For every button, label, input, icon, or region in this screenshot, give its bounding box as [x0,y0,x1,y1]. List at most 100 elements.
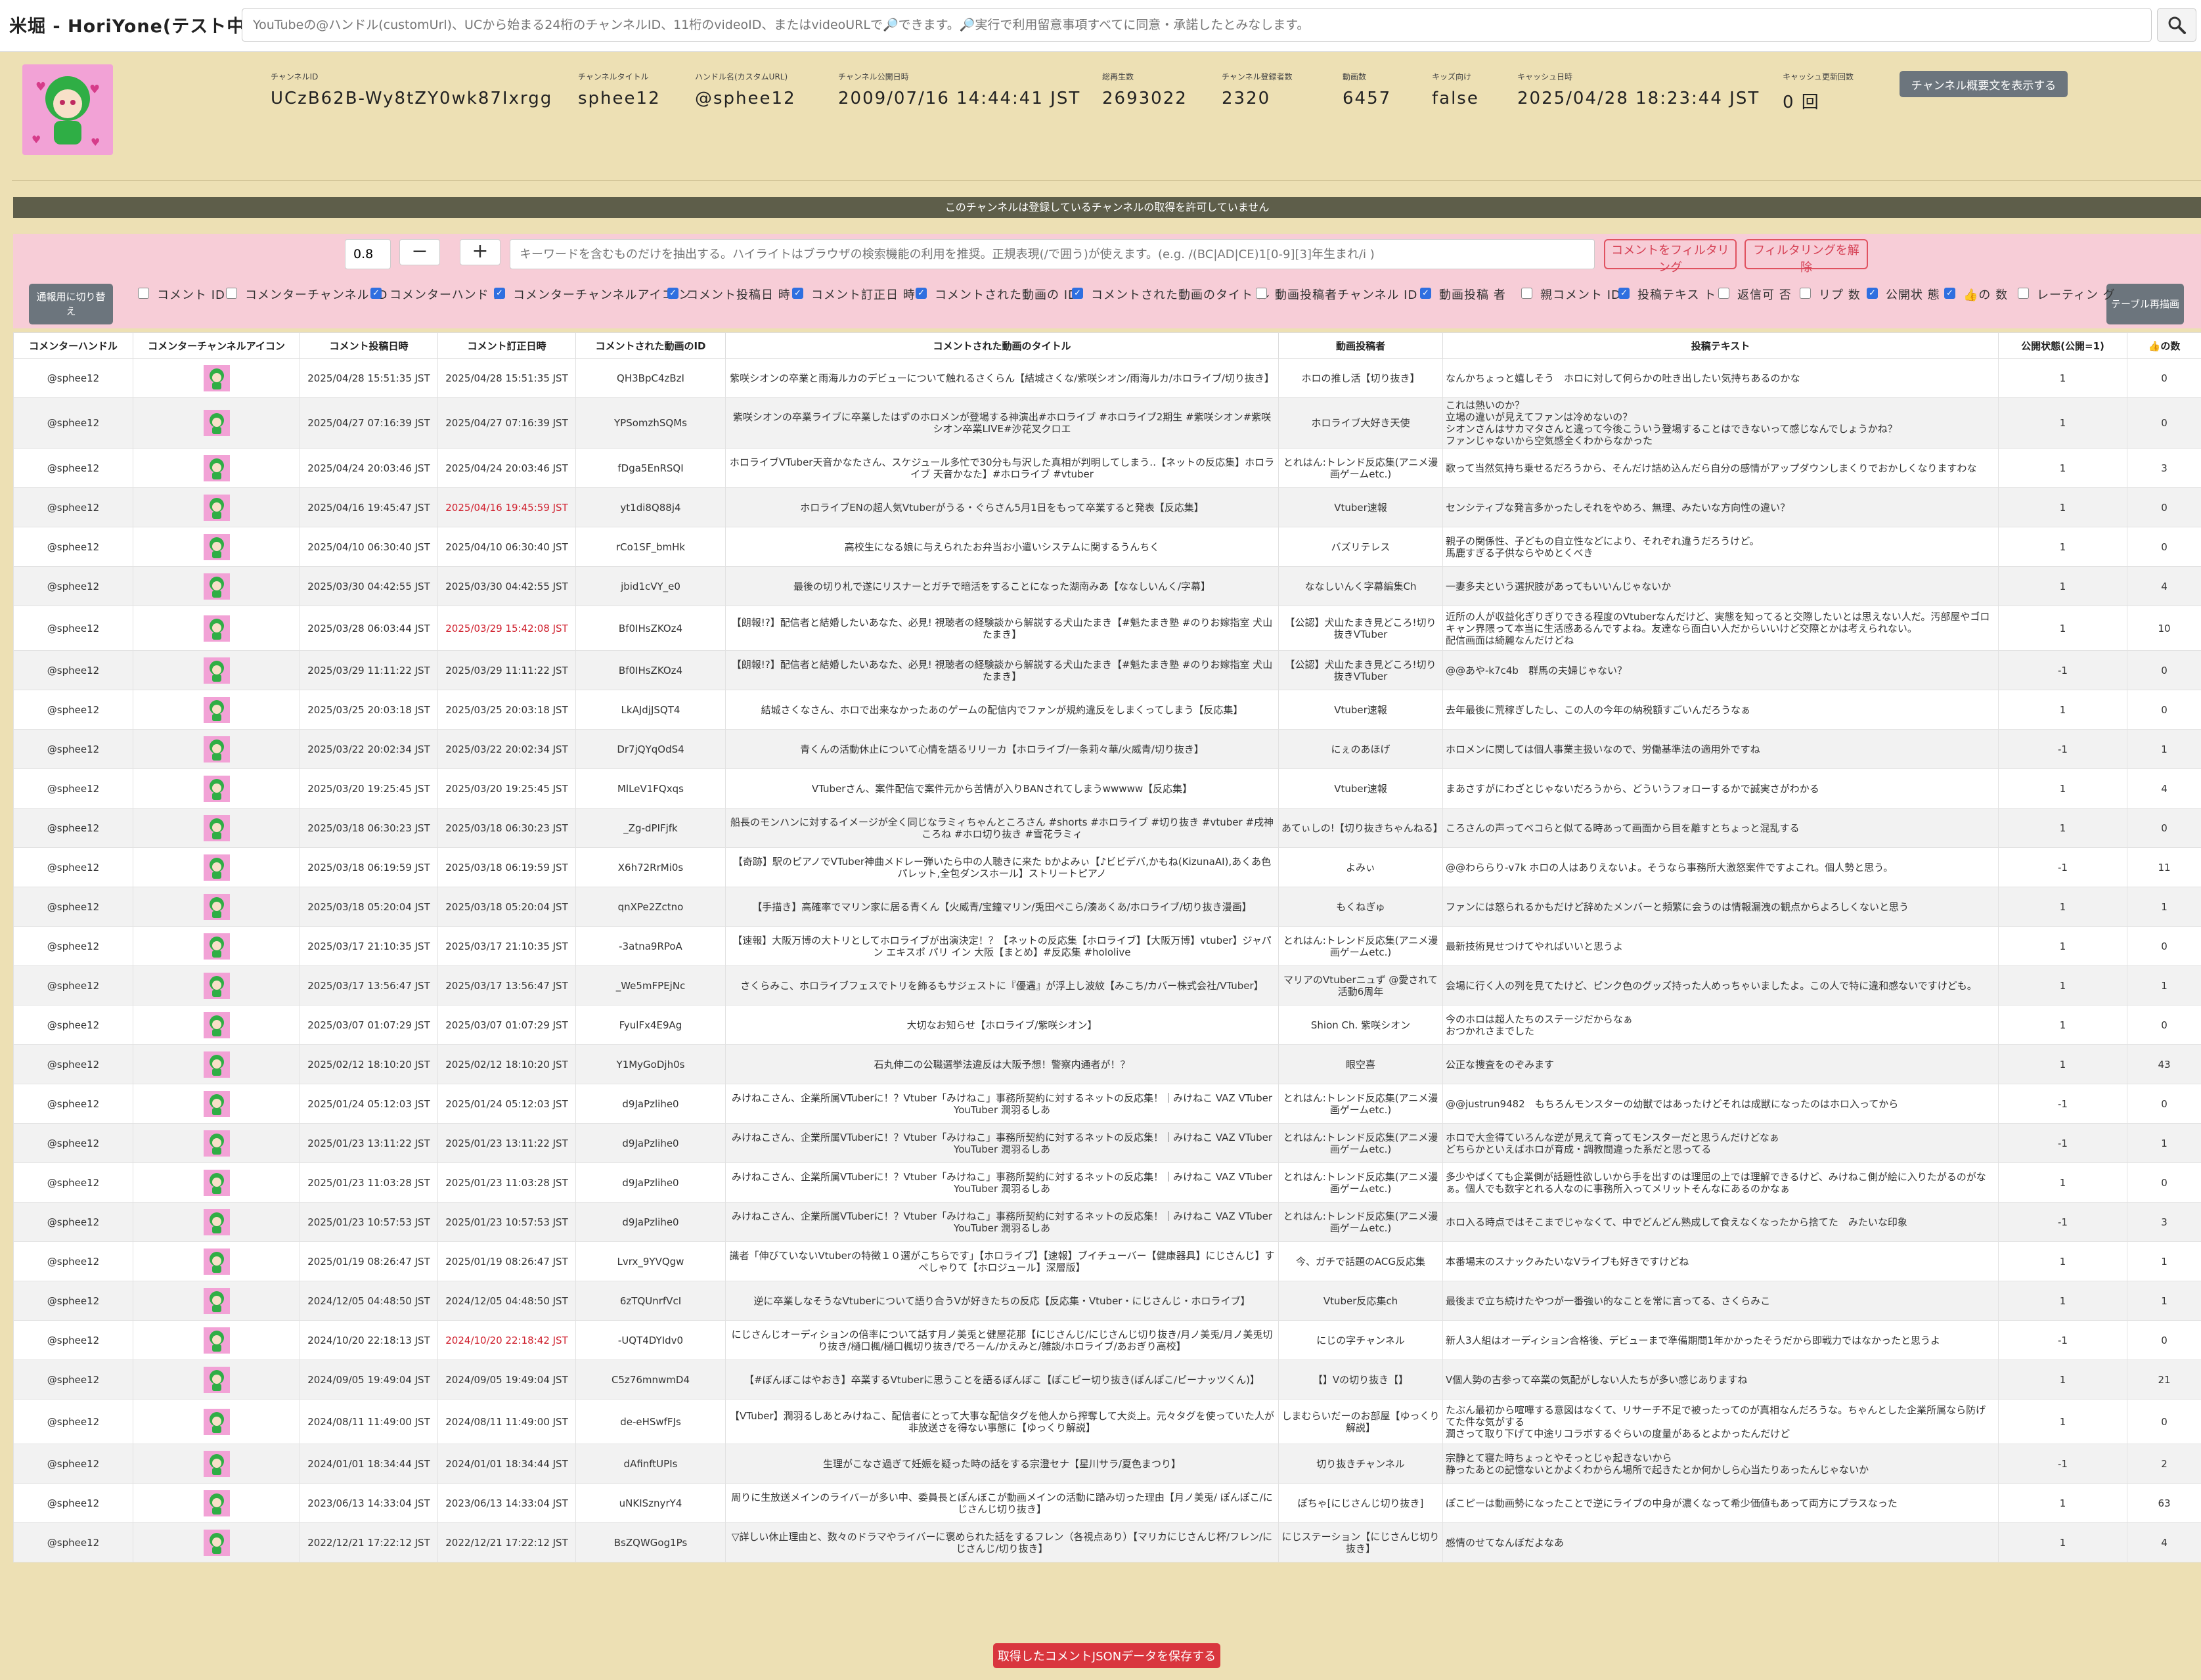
cell-handle[interactable]: @sphee12 [13,397,133,449]
redraw-table-button[interactable]: テーブル再描画 [2106,284,2184,324]
cell-handle[interactable]: @sphee12 [13,1005,133,1045]
cell-video-id[interactable]: Bf0IHsZKOz4 [575,650,726,690]
column-toggle[interactable]: 👍の 数 [1944,286,2008,305]
cell-handle[interactable]: @sphee12 [13,1483,133,1523]
header-edited[interactable]: コメント訂正日時 [437,332,576,359]
cell-video-id[interactable]: 6zTQUnrfVcI [575,1281,726,1321]
cell-handle[interactable]: @sphee12 [13,606,133,651]
cell-handle[interactable]: @sphee12 [13,448,133,488]
cell-video-id[interactable]: -3atna9RPoA [575,926,726,966]
cell-video-id[interactable]: Dr7jQYqOdS4 [575,729,726,769]
column-toggle[interactable]: コメンターハンド ル [370,286,506,305]
cell-handle[interactable]: @sphee12 [13,650,133,690]
checkbox[interactable] [1944,288,1955,299]
checkbox[interactable] [226,288,237,299]
threshold-input[interactable] [345,239,391,269]
increment-button[interactable]: + [460,239,500,265]
checkbox[interactable] [138,288,149,299]
checkbox[interactable] [1420,288,1431,299]
cell-video-id[interactable]: d9JaPzlihe0 [575,1123,726,1163]
header-text[interactable]: 投稿テキスト [1442,332,1999,359]
column-toggle[interactable]: コメント訂正日 時 [792,286,916,305]
checkbox[interactable] [1867,288,1878,299]
keyword-input[interactable] [510,239,1595,269]
cell-video-id[interactable]: yt1di8Q88j4 [575,487,726,527]
cell-video-id[interactable]: X6h72RrMi0s [575,847,726,887]
column-toggle[interactable]: 公開状 態 [1867,286,1940,305]
cell-video-id[interactable]: -UQT4DYIdv0 [575,1320,726,1360]
column-toggle[interactable]: コメントされた動画の ID [916,286,1078,305]
checkbox[interactable] [1256,288,1267,299]
cell-video-id[interactable]: _Zg-dPIFjfk [575,808,726,848]
cell-handle[interactable]: @sphee12 [13,1281,133,1321]
header-status[interactable]: 公開状態(公開=1) [1998,332,2127,359]
header-likes[interactable]: 👍の数 [2127,332,2201,359]
cell-handle[interactable]: @sphee12 [13,1399,133,1444]
cell-video-id[interactable]: Lvrx_9YVQgw [575,1241,726,1281]
cell-video-id[interactable]: d9JaPzlihe0 [575,1162,726,1203]
column-toggle[interactable]: 返信可 否 [1718,286,1792,305]
checkbox[interactable] [1521,288,1532,299]
cell-handle[interactable]: @sphee12 [13,358,133,398]
cell-video-id[interactable]: LkAJdjJSQT4 [575,690,726,730]
cell-handle[interactable]: @sphee12 [13,566,133,606]
filter-apply-button[interactable]: コメントをフィルタリング [1604,239,1737,275]
cell-handle[interactable]: @sphee12 [13,1044,133,1084]
checkbox[interactable] [916,288,927,299]
checkbox[interactable] [1072,288,1083,299]
column-toggle[interactable]: レーティン グ [2018,286,2116,305]
cell-video-id[interactable]: Bf0IHsZKOz4 [575,606,726,651]
checkbox[interactable] [370,288,382,299]
cell-handle[interactable]: @sphee12 [13,887,133,927]
cell-video-id[interactable]: dAfinftUPIs [575,1444,726,1484]
column-toggle[interactable]: コメンターチャンネルアイコ ン [494,286,691,305]
cell-video-id[interactable]: d9JaPzlihe0 [575,1202,726,1242]
switch-report-button[interactable]: 通報用に切り替え [29,284,113,324]
cell-handle[interactable]: @sphee12 [13,1162,133,1203]
cell-handle[interactable]: @sphee12 [13,847,133,887]
cell-handle[interactable]: @sphee12 [13,729,133,769]
cell-video-id[interactable]: de-eHSwfFJs [575,1399,726,1444]
cell-handle[interactable]: @sphee12 [13,1320,133,1360]
filter-clear-button[interactable]: フィルタリングを解除 [1745,239,1868,275]
checkbox[interactable] [1718,288,1729,299]
cell-video-id[interactable]: C5z76mnwmD4 [575,1359,726,1400]
cell-handle[interactable]: @sphee12 [13,768,133,808]
column-toggle[interactable]: 動画投稿 者 [1420,286,1506,305]
checkbox[interactable] [494,288,505,299]
cell-handle[interactable]: @sphee12 [13,527,133,567]
cell-video-id[interactable]: _We5mFPEjNc [575,965,726,1006]
column-toggle[interactable]: リプ 数 [1800,286,1861,305]
cell-video-id[interactable]: qnXPe2Zctno [575,887,726,927]
cell-handle[interactable]: @sphee12 [13,1202,133,1242]
column-toggle[interactable]: コメントされた動画のタイト ル [1072,286,1270,305]
cell-handle[interactable]: @sphee12 [13,1241,133,1281]
cell-handle[interactable]: @sphee12 [13,487,133,527]
cell-video-id[interactable]: Y1MyGoDjh0s [575,1044,726,1084]
header-icon[interactable]: コメンターチャンネルアイコン [133,332,300,359]
cell-video-id[interactable]: MlLeV1FQxqs [575,768,726,808]
cell-handle[interactable]: @sphee12 [13,1123,133,1163]
cell-handle[interactable]: @sphee12 [13,690,133,730]
cell-handle[interactable]: @sphee12 [13,1522,133,1562]
cell-handle[interactable]: @sphee12 [13,926,133,966]
cell-handle[interactable]: @sphee12 [13,1444,133,1484]
column-toggle[interactable]: 動画投稿者チャンネル ID [1256,286,1417,305]
header-uploader[interactable]: 動画投稿者 [1278,332,1443,359]
cell-video-id[interactable]: BsZQWGog1Ps [575,1522,726,1562]
cell-video-id[interactable]: rCo1SF_bmHk [575,527,726,567]
cell-video-id[interactable]: jbid1cVY_e0 [575,566,726,606]
checkbox[interactable] [792,288,803,299]
cell-handle[interactable]: @sphee12 [13,808,133,848]
cell-video-id[interactable]: uNKISznyrY4 [575,1483,726,1523]
checkbox[interactable] [1618,288,1630,299]
cell-video-id[interactable]: YPSomzhSQMs [575,397,726,449]
column-toggle[interactable]: 親コメント ID [1521,286,1621,305]
header-video-title[interactable]: コメントされた動画のタイトル [725,332,1279,359]
checkbox[interactable] [2018,288,2029,299]
show-description-button[interactable]: チャンネル概要文を表示する [1900,71,2068,97]
cell-video-id[interactable]: d9JaPzlihe0 [575,1084,726,1124]
cell-video-id[interactable]: fDga5EnRSQI [575,448,726,488]
cell-video-id[interactable]: FyulFx4E9Ag [575,1005,726,1045]
header-posted[interactable]: コメント投稿日時 [300,332,438,359]
